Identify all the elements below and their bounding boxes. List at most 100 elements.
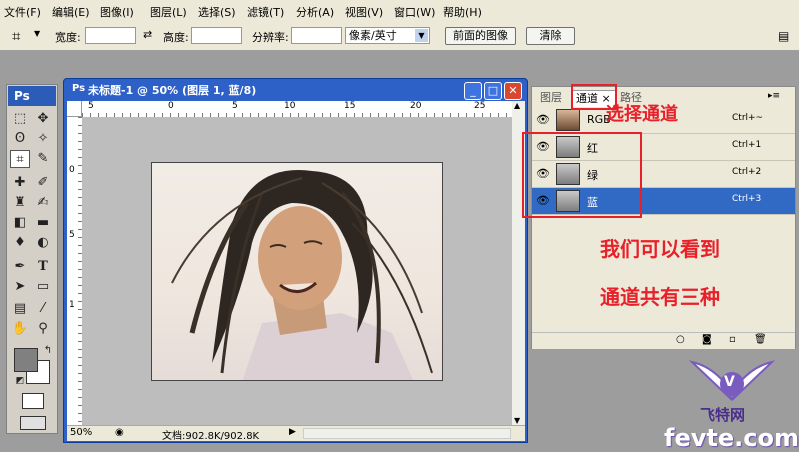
menu-help[interactable]: 帮助(H) <box>443 4 482 20</box>
swap-colors-icon[interactable]: ↰ <box>38 342 58 360</box>
hand-tool-icon[interactable]: ✋ <box>10 320 30 338</box>
swap-icon[interactable]: ⇄ <box>143 28 152 41</box>
ruler-tick-label: 1 <box>69 300 75 310</box>
new-channel-icon[interactable]: ▫ <box>729 334 736 345</box>
ruler-vertical: 0 5 1 <box>67 117 83 425</box>
fevte-watermark: V 飞特网 fevte.com <box>664 356 799 452</box>
notes-tool-icon[interactable]: ▤ <box>10 300 30 318</box>
menu-view[interactable]: 视图(V) <box>345 4 383 20</box>
menu-edit[interactable]: 编辑(E) <box>52 4 90 20</box>
ps-logo: Ps <box>8 86 56 106</box>
maximize-button[interactable]: □ <box>484 82 502 100</box>
status-menu-arrow-icon[interactable]: ▶ <box>289 427 296 437</box>
channel-shortcut: Ctrl+3 <box>732 194 762 204</box>
front-image-button[interactable]: 前面的图像 <box>445 27 516 45</box>
ruler-tick-label: 0 <box>168 101 174 111</box>
document-title: 未标题-1 @ 50% (图层 1, 蓝/8) <box>88 84 257 97</box>
eraser-tool-icon[interactable]: ◧ <box>10 214 30 232</box>
annotation-select-channels: 选择通道 <box>606 104 678 125</box>
quick-mask-icon[interactable] <box>22 393 44 409</box>
crop-tool-selected-icon[interactable]: ⌗ <box>10 150 30 168</box>
marquee-tool-icon[interactable]: ⬚ <box>10 110 30 128</box>
channel-shortcut: Ctrl+1 <box>732 140 762 150</box>
healing-brush-icon[interactable]: ✚ <box>10 174 30 192</box>
tool-preset-arrow-icon[interactable]: ▼ <box>34 29 40 38</box>
horizontal-scrollbar[interactable] <box>303 428 511 439</box>
ruler-horizontal: 5 0 5 10 15 20 25 <box>82 101 514 118</box>
portrait-image <box>171 170 433 380</box>
dodge-tool-icon[interactable]: ◐ <box>33 234 53 252</box>
channel-shortcut: Ctrl+~ <box>732 113 764 123</box>
save-selection-icon[interactable]: ◙ <box>702 334 712 345</box>
clone-stamp-icon[interactable]: ♜ <box>10 194 30 212</box>
close-button[interactable]: ✕ <box>504 82 522 100</box>
menu-image[interactable]: 图像(I) <box>100 4 134 20</box>
menu-layer[interactable]: 图层(L) <box>150 4 187 20</box>
highlight-channels-box <box>522 132 642 218</box>
palette-well-icon[interactable]: ▤ <box>778 29 789 43</box>
pen-tool-icon[interactable]: ✒ <box>10 258 30 276</box>
channel-thumbnail <box>556 109 580 131</box>
clear-button[interactable]: 清除 <box>526 27 575 45</box>
menu-file[interactable]: 文件(F) <box>4 4 41 20</box>
crop-tool-icon[interactable]: ⌗ <box>12 27 20 45</box>
brush-tool-icon[interactable]: ✐ <box>33 174 53 192</box>
slice-tool-icon[interactable]: ✎ <box>33 150 53 168</box>
annotation-line-1: 我们可以看到 <box>600 237 720 261</box>
move-tool-icon[interactable]: ✥ <box>33 110 53 128</box>
ruler-tick-label: 20 <box>410 101 422 111</box>
lasso-tool-icon[interactable]: ʘ <box>10 130 30 148</box>
ruler-tick-label: 15 <box>344 101 356 111</box>
chevron-down-icon[interactable]: ▼ <box>415 29 428 42</box>
width-input[interactable] <box>85 27 136 44</box>
ruler-tick-label: 5 <box>232 101 238 111</box>
watermark-en: fevte.com <box>664 424 799 452</box>
unit-select-value: 像素/英寸 <box>349 29 397 42</box>
eye-icon[interactable]: 👁 <box>536 113 550 126</box>
ruler-tick-label: 0 <box>69 165 75 175</box>
panel-footer: ○ ◙ ▫ 🗑 <box>532 332 795 349</box>
status-icon[interactable]: ◉ <box>115 427 124 438</box>
status-bar: 50% ◉ 文档:902.8K/902.8K ▶ <box>67 425 525 442</box>
zoom-level[interactable]: 50% <box>70 427 92 438</box>
eyedropper-icon[interactable]: ⁄ <box>33 300 53 318</box>
menu-analysis[interactable]: 分析(A) <box>296 4 334 20</box>
gradient-tool-icon[interactable]: ▬ <box>33 214 53 232</box>
menu-select[interactable]: 选择(S) <box>198 4 236 20</box>
menu-bar: 文件(F) 编辑(E) 图像(I) 图层(L) 选择(S) 滤镜(T) 分析(A… <box>0 0 799 23</box>
scroll-down-icon[interactable]: ▼ <box>514 416 520 425</box>
document-ps-icon: Ps <box>72 83 86 94</box>
options-bar: ⌗ ▼ 宽度: ⇄ 高度: 分辨率: 像素/英寸 ▼ 前面的图像 清除 ▤ <box>0 22 799 51</box>
path-select-icon[interactable]: ➤ <box>10 278 30 296</box>
blur-tool-icon[interactable]: ♦ <box>10 234 30 252</box>
menu-filter[interactable]: 滤镜(T) <box>247 4 284 20</box>
resolution-input[interactable] <box>291 27 342 44</box>
menu-window[interactable]: 窗口(W) <box>394 4 435 20</box>
scroll-up-icon[interactable]: ▲ <box>514 101 520 110</box>
minimize-button[interactable]: _ <box>464 82 482 100</box>
watermark-cn: 飞特网 <box>700 406 746 424</box>
foreground-color-front <box>14 348 38 372</box>
screen-mode-icon[interactable] <box>20 416 46 430</box>
default-colors-icon[interactable]: ◩ <box>10 372 30 390</box>
watermark-letter: V <box>724 374 735 390</box>
ruler-tick-label: 25 <box>474 101 486 111</box>
tab-layers[interactable]: 图层 <box>536 90 566 106</box>
panel-menu-icon[interactable]: ▸≡ <box>768 91 780 101</box>
shape-tool-icon[interactable]: ▭ <box>33 278 53 296</box>
unit-select[interactable]: 像素/英寸 ▼ <box>345 27 430 44</box>
ruler-tick-label: 10 <box>284 101 296 111</box>
type-tool-icon[interactable]: T <box>33 258 53 276</box>
ruler-origin[interactable] <box>67 101 82 117</box>
resolution-label: 分辨率: <box>252 31 289 44</box>
load-selection-icon[interactable]: ○ <box>676 334 685 345</box>
trash-icon[interactable]: 🗑 <box>754 334 767 345</box>
channel-shortcut: Ctrl+2 <box>732 167 762 177</box>
canvas-photo[interactable] <box>151 162 443 381</box>
history-brush-icon[interactable]: ✍ <box>33 194 53 212</box>
document-info: 文档:902.8K/902.8K <box>162 431 260 442</box>
ruler-tick-label: 5 <box>88 101 94 111</box>
height-input[interactable] <box>191 27 242 44</box>
magic-wand-icon[interactable]: ✧ <box>33 130 53 148</box>
zoom-tool-icon[interactable]: ⚲ <box>33 320 53 338</box>
